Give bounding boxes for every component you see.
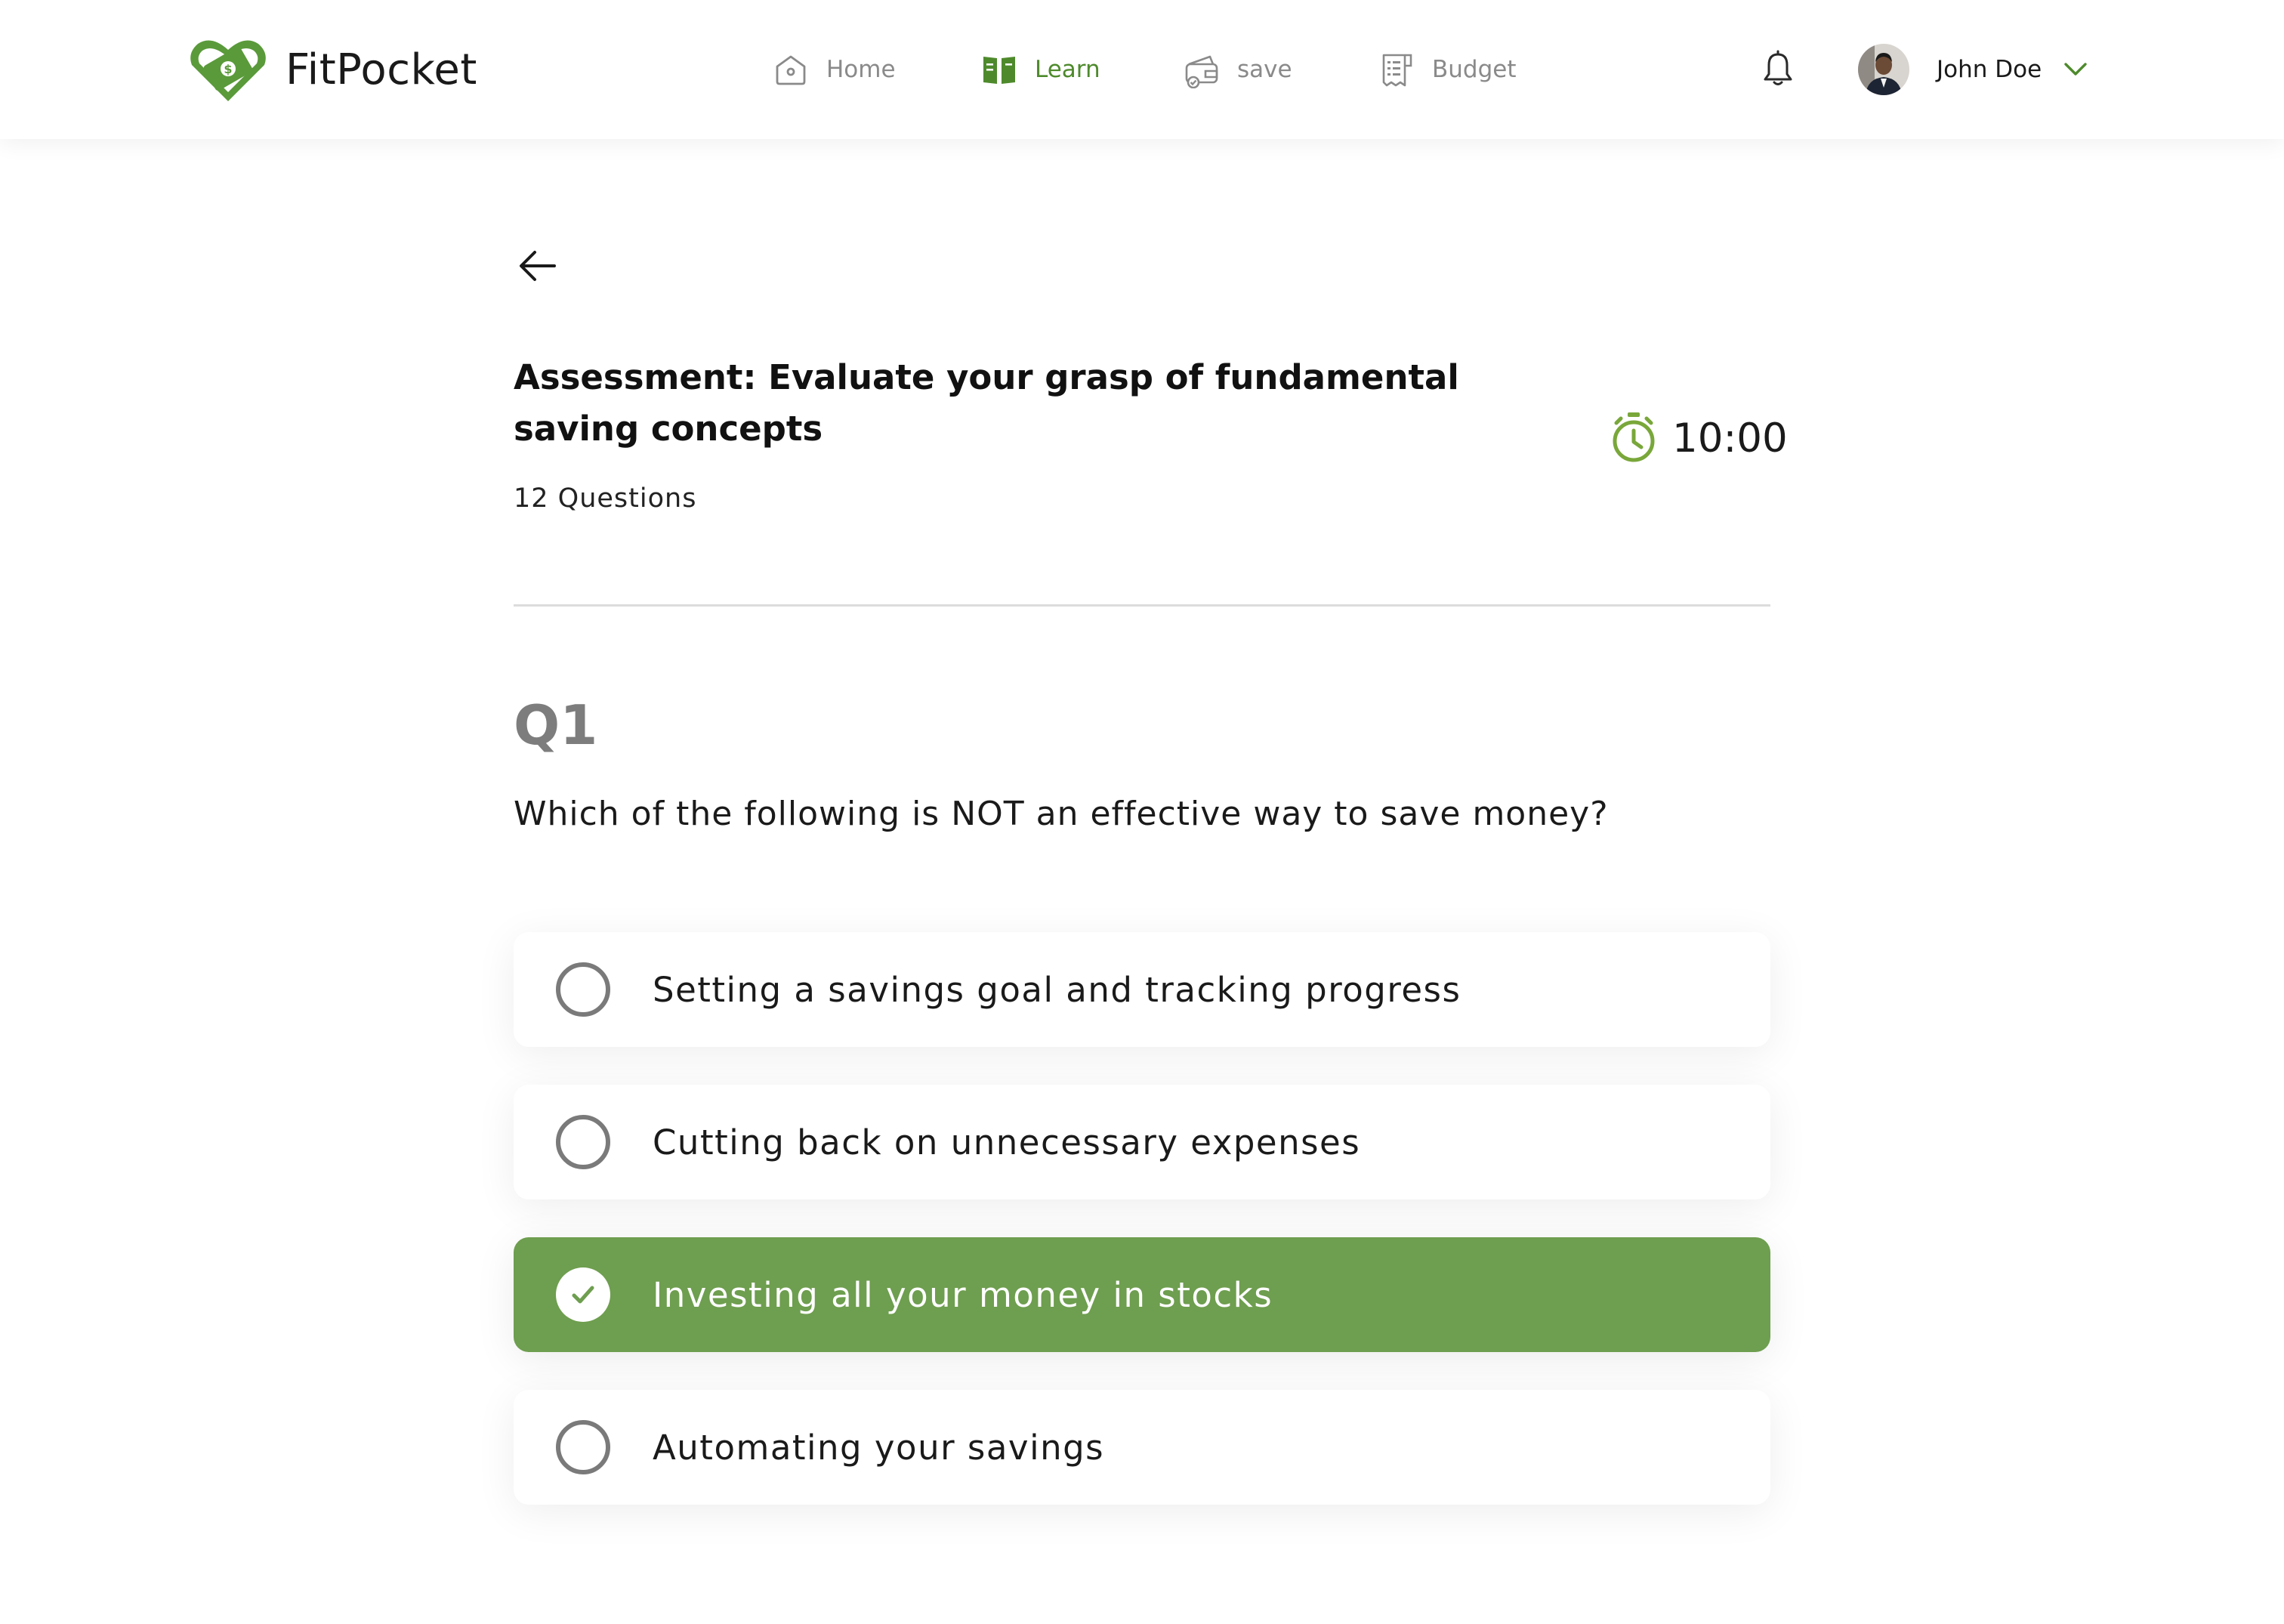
- radio-button[interactable]: [556, 1420, 610, 1474]
- fitpocket-logo-icon: $: [190, 40, 266, 101]
- radio-button[interactable]: [556, 1115, 610, 1169]
- nav-item-budget[interactable]: Budget: [1378, 48, 1517, 91]
- svg-text:$: $: [224, 62, 232, 76]
- wallet-icon: [1185, 55, 1218, 88]
- bell-icon[interactable]: [1757, 48, 1799, 91]
- nav-label-home: Home: [826, 56, 896, 83]
- radio-button-checked[interactable]: [556, 1267, 610, 1322]
- stopwatch-icon: [1613, 412, 1655, 462]
- answer-option-3[interactable]: Investing all your money in stocks: [514, 1237, 1770, 1352]
- nav-item-save[interactable]: save: [1183, 48, 1292, 91]
- user-menu[interactable]: John Doe: [1858, 42, 2090, 97]
- avatar: [1858, 44, 1909, 95]
- section-divider: [514, 604, 1770, 607]
- receipt-icon: [1382, 54, 1412, 87]
- top-navigation-bar: $ FitPocket Home Learn save Budget John …: [0, 0, 2284, 139]
- checkmark-icon: [572, 1286, 594, 1304]
- nav-label-learn: Learn: [1035, 56, 1100, 83]
- countdown-timer: 10:00: [1609, 408, 1788, 468]
- answer-option-label: Automating your savings: [653, 1427, 1105, 1468]
- nav-item-learn[interactable]: Learn: [980, 48, 1100, 91]
- timer-value: 10:00: [1672, 415, 1788, 462]
- nav-item-home[interactable]: Home: [772, 48, 896, 91]
- answer-option-label: Cutting back on unnecessary expenses: [653, 1122, 1361, 1162]
- nav-label-budget: Budget: [1432, 56, 1517, 83]
- home-icon: [776, 55, 806, 85]
- assessment-title: Assessment: Evaluate your grasp of funda…: [514, 357, 1459, 449]
- chevron-down-icon: [2064, 63, 2087, 76]
- back-arrow-icon[interactable]: [514, 242, 562, 290]
- user-name: John Doe: [1937, 56, 2042, 83]
- question-number: Q1: [514, 693, 598, 757]
- radio-button[interactable]: [556, 962, 610, 1017]
- question-count: 12 Questions: [514, 483, 697, 514]
- book-icon: [983, 57, 1015, 84]
- answer-option-label: Setting a savings goal and tracking prog…: [653, 969, 1461, 1010]
- brand-name: FitPocket: [286, 45, 477, 94]
- brand[interactable]: $ FitPocket: [189, 36, 477, 103]
- answer-option-4[interactable]: Automating your savings: [514, 1390, 1770, 1505]
- answer-option-label: Investing all your money in stocks: [653, 1274, 1273, 1315]
- nav-label-save: save: [1237, 56, 1292, 83]
- question-text: Which of the following is NOT an effecti…: [514, 795, 1609, 833]
- answer-option-2[interactable]: Cutting back on unnecessary expenses: [514, 1085, 1770, 1199]
- answer-option-1[interactable]: Setting a savings goal and tracking prog…: [514, 932, 1770, 1047]
